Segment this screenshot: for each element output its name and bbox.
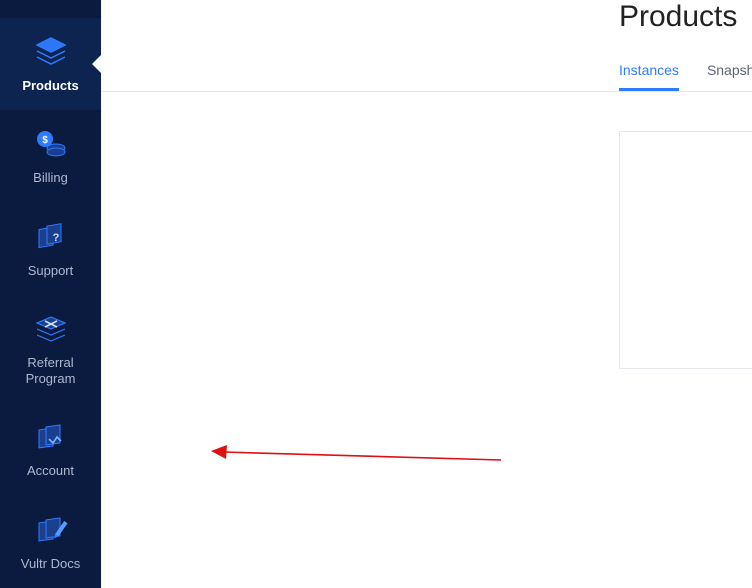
tab-label: Instances <box>619 62 679 78</box>
sidebar-item-label: Billing <box>4 170 97 186</box>
sidebar-item-support[interactable]: ? Support <box>0 203 101 295</box>
sidebar-item-account[interactable]: Account <box>0 403 101 495</box>
sidebar-item-label: Vultr Docs <box>4 556 97 572</box>
app-root: Products $ Billing <box>0 0 752 588</box>
tabs: Instances Snapshots ISOs Sc <box>619 62 752 91</box>
sidebar-item-vultr-docs[interactable]: Vultr Docs <box>0 496 101 588</box>
svg-text:$: $ <box>42 135 48 146</box>
tab-instances[interactable]: Instances <box>619 62 679 91</box>
products-icon <box>4 32 97 72</box>
sidebar-item-label: Referral Program <box>4 355 97 388</box>
sidebar-item-label: Account <box>4 463 97 479</box>
tab-snapshots[interactable]: Snapshots <box>707 62 752 91</box>
sidebar-item-products[interactable]: Products <box>0 18 101 110</box>
support-icon: ? <box>4 217 97 257</box>
docs-icon <box>4 510 97 550</box>
main-content: Products Instances Snapshots ISOs Sc <box>101 0 752 588</box>
referral-icon <box>4 309 97 349</box>
sidebar-item-billing[interactable]: $ Billing <box>0 110 101 202</box>
header-divider <box>101 91 752 92</box>
content-panel <box>619 131 752 369</box>
tab-label: Snapshots <box>707 62 752 78</box>
sidebar-item-label: Products <box>4 78 97 94</box>
svg-text:?: ? <box>52 232 59 244</box>
sidebar: Products $ Billing <box>0 0 101 588</box>
billing-icon: $ <box>4 124 97 164</box>
page-title: Products <box>619 0 737 34</box>
account-icon <box>4 417 97 457</box>
annotation-arrow <box>211 440 511 480</box>
sidebar-item-referral-program[interactable]: Referral Program <box>0 295 101 404</box>
sidebar-item-label: Support <box>4 263 97 279</box>
